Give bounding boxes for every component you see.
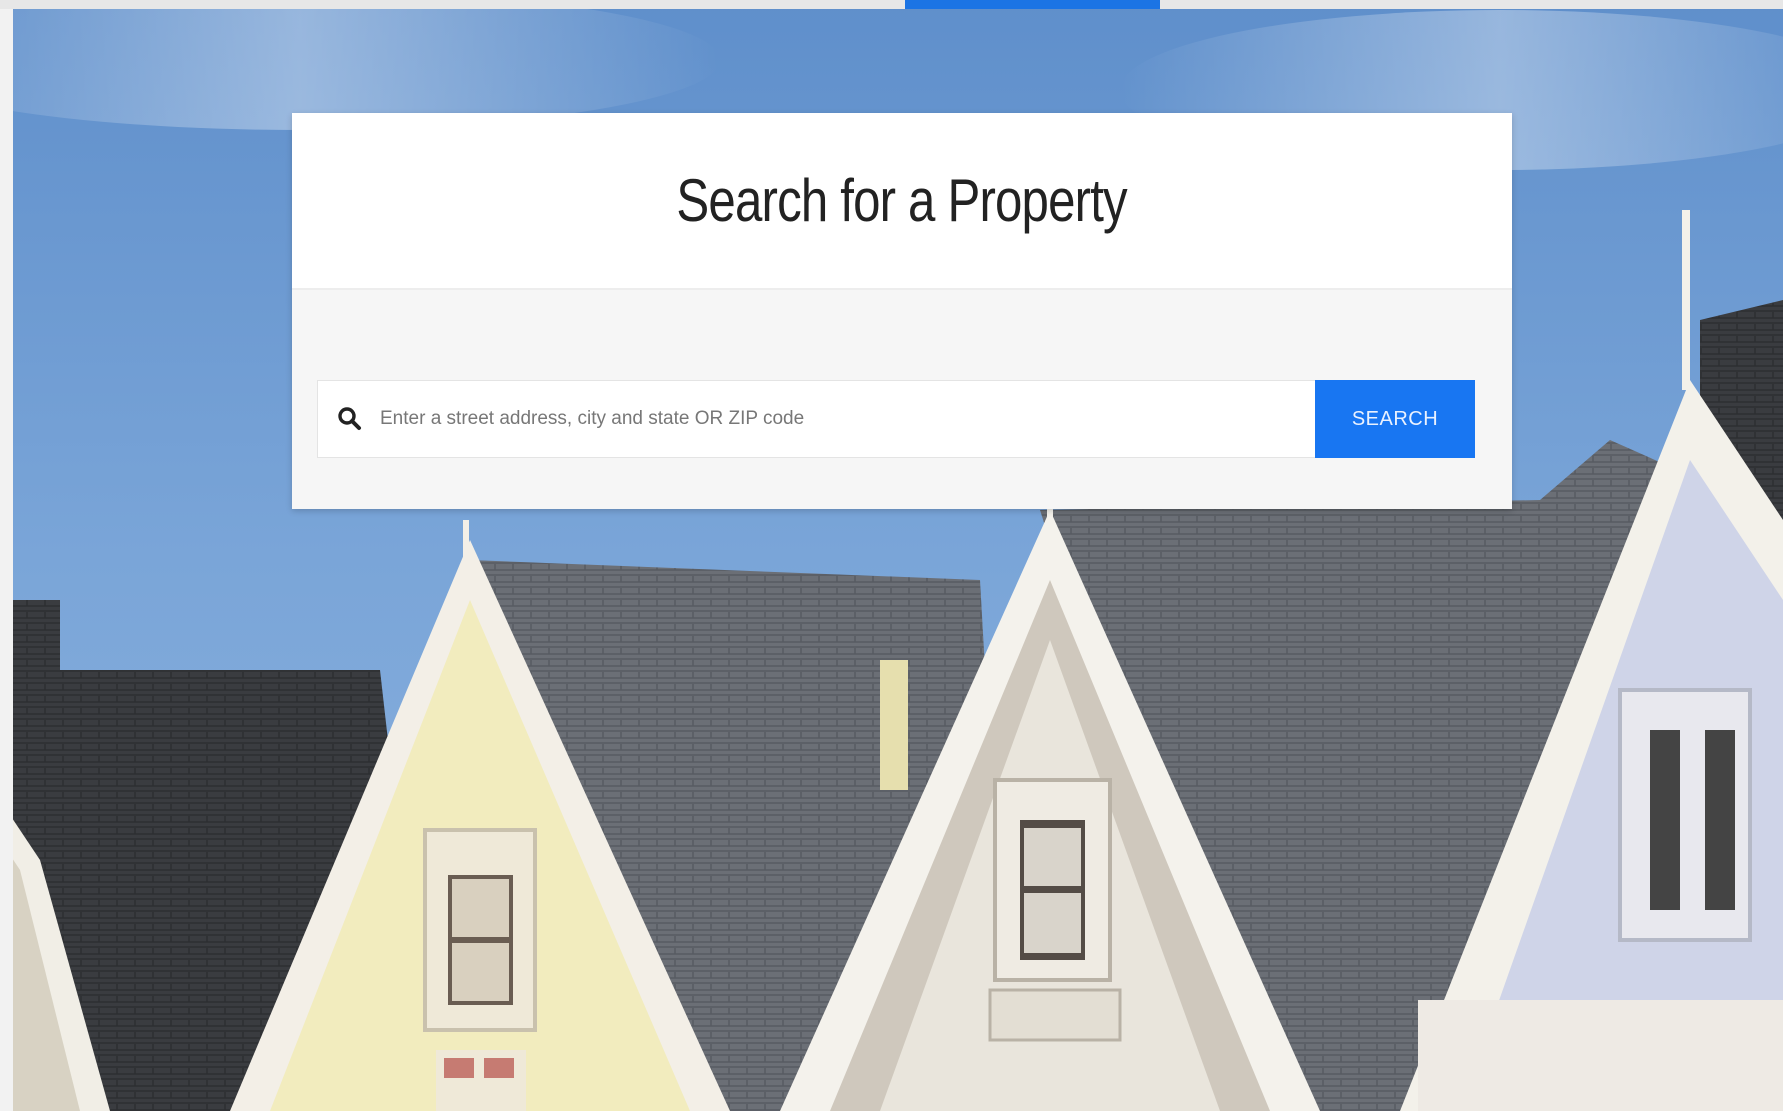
search-field[interactable] (317, 380, 1315, 458)
search-icon (336, 405, 364, 433)
card-body: SEARCH (292, 290, 1512, 509)
property-search-card: Search for a Property SEARCH (292, 113, 1512, 509)
page-title: Search for a Property (676, 167, 1128, 234)
search-button[interactable]: SEARCH (1315, 380, 1475, 458)
card-header: Search for a Property (292, 113, 1512, 290)
search-input[interactable] (378, 380, 1315, 458)
top-navigation-bar (0, 0, 1783, 9)
left-page-edge (0, 0, 13, 1111)
active-nav-indicator (905, 0, 1160, 9)
property-search-form: SEARCH (317, 380, 1475, 458)
